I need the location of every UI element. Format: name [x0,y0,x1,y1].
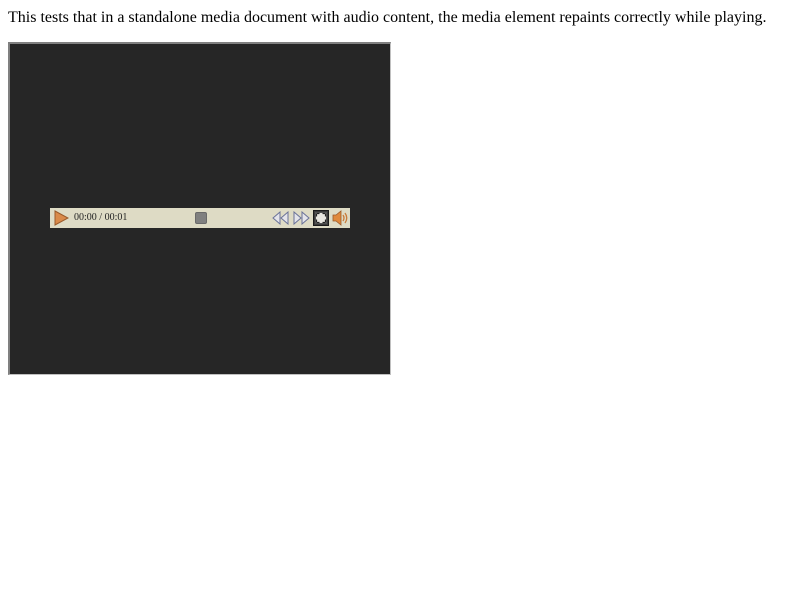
test-description: This tests that in a standalone media do… [8,9,767,26]
volume-icon [332,210,350,226]
play-icon [53,210,69,226]
time-separator: / [96,212,105,223]
fullscreen-icon [312,210,329,226]
time-display: 00:00 / 00:01 [74,208,127,228]
play-button[interactable] [52,208,70,228]
fullscreen-button[interactable] [312,208,329,228]
current-time: 00:00 [74,212,97,223]
rewind-icon [271,211,289,225]
media-document-frame: 00:00 / 00:01 [8,42,391,375]
duration: 00:01 [104,212,128,223]
volume-button[interactable] [331,208,350,228]
rewind-button[interactable] [271,208,289,228]
fast-forward-icon [293,211,310,225]
timeline-thumb[interactable] [195,212,207,224]
media-controls-bar: 00:00 / 00:01 [50,208,350,228]
fast-forward-button[interactable] [292,208,310,228]
